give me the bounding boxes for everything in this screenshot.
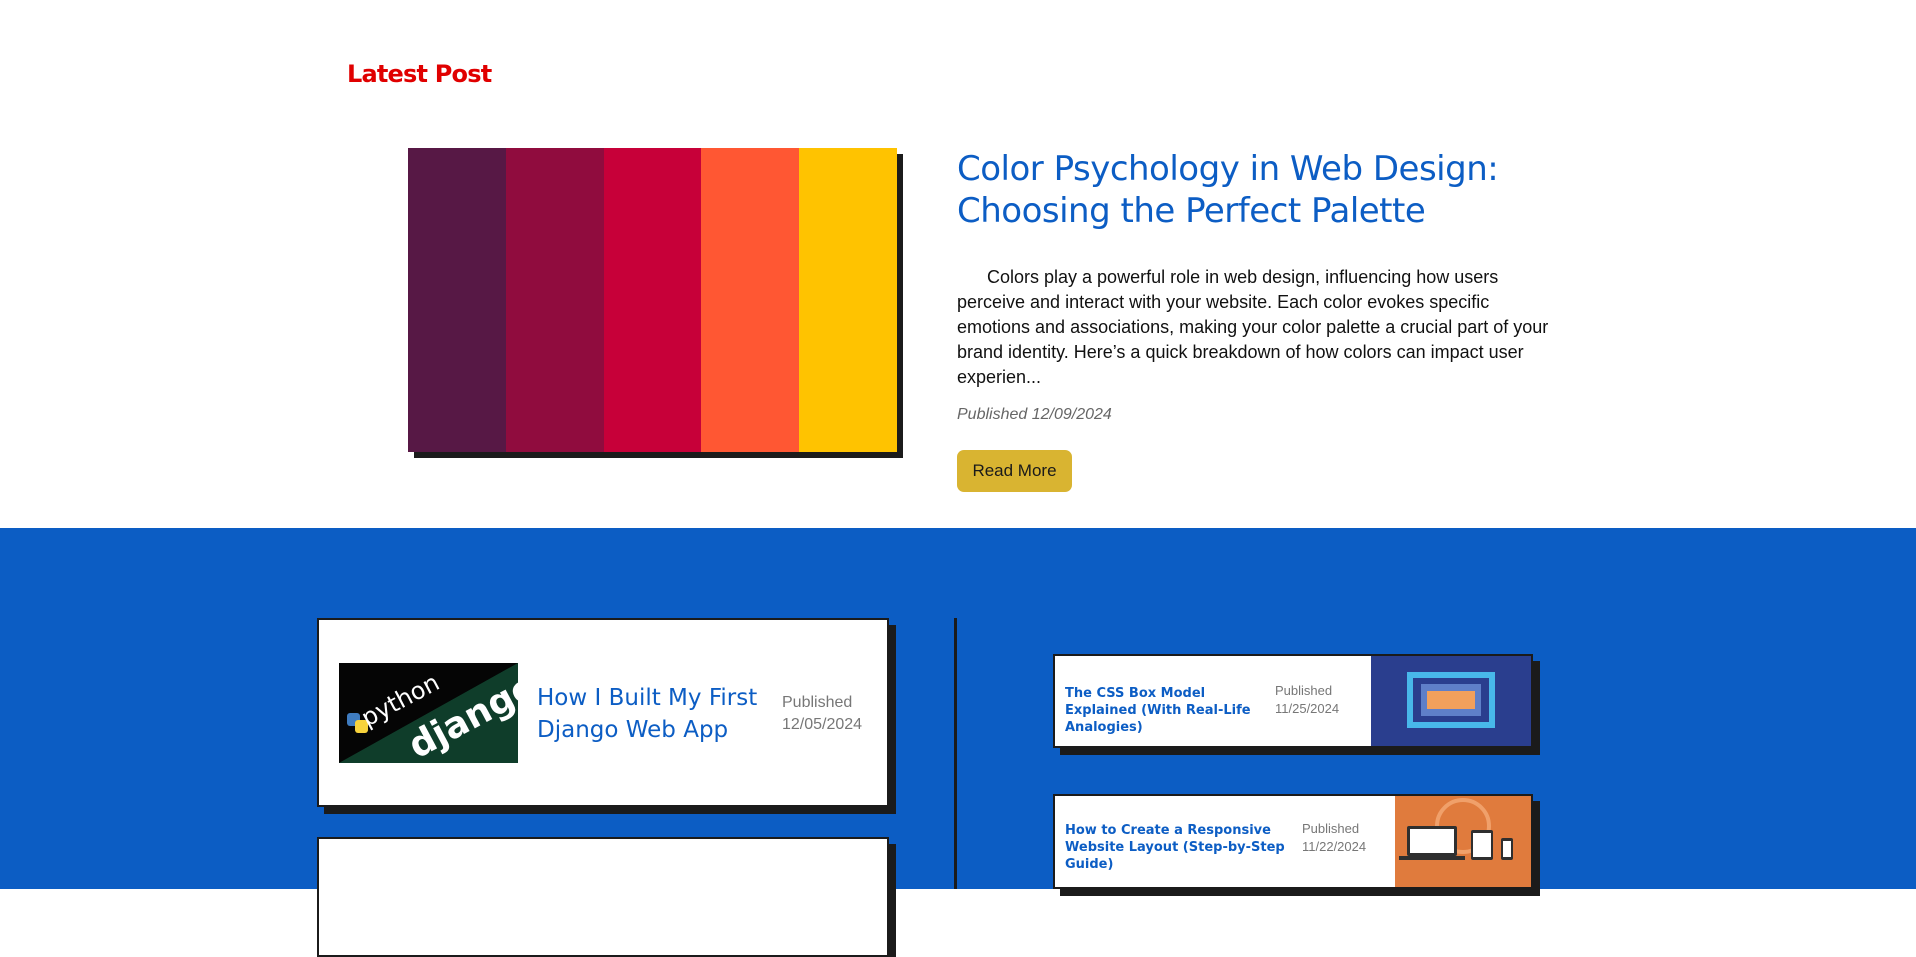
published-label: Published bbox=[782, 694, 853, 711]
side-post-date: 11/25/2024 bbox=[1275, 701, 1340, 716]
palette-stripe bbox=[701, 148, 800, 452]
post-meta: Published 12/05/2024 bbox=[782, 692, 862, 736]
box-model-thumbnail bbox=[1371, 656, 1531, 746]
side-post-meta: Published 11/25/2024 bbox=[1275, 682, 1339, 718]
featured-post-excerpt: Colors play a powerful role in web desig… bbox=[957, 267, 1549, 387]
featured-post-image[interactable] bbox=[408, 148, 897, 452]
box-model-diagram-icon bbox=[1371, 656, 1531, 746]
post-card[interactable]: python django How I Built My First Djang… bbox=[317, 618, 889, 807]
published-label: Published bbox=[1302, 821, 1360, 836]
published-label: Published bbox=[1275, 683, 1333, 698]
read-more-button[interactable]: Read More bbox=[957, 450, 1072, 492]
latest-post-section: Latest Post Color Psychology in Web Desi… bbox=[0, 0, 1916, 528]
responsive-devices-icon bbox=[1395, 796, 1531, 887]
palette-stripe bbox=[408, 148, 506, 452]
side-post-card[interactable]: How to Create a Responsive Website Layou… bbox=[1053, 794, 1533, 889]
side-post-title[interactable]: How to Create a Responsive Website Layou… bbox=[1065, 822, 1295, 873]
side-post-meta: Published 11/22/2024 bbox=[1302, 820, 1366, 856]
featured-post-title[interactable]: Color Psychology in Web Design: Choosing… bbox=[957, 148, 1517, 232]
side-post-card[interactable]: The CSS Box Model Explained (With Real-L… bbox=[1053, 654, 1533, 748]
palette-stripe bbox=[505, 148, 604, 452]
featured-post-date: Published 12/09/2024 bbox=[957, 406, 1112, 423]
side-post-date: 11/22/2024 bbox=[1302, 839, 1367, 854]
responsive-layout-thumbnail bbox=[1395, 796, 1531, 887]
posts-section bbox=[0, 528, 1916, 889]
post-title[interactable]: How I Built My First Django Web App bbox=[537, 682, 777, 746]
section-heading: Latest Post bbox=[347, 60, 492, 88]
palette-stripe bbox=[603, 148, 702, 452]
side-post-title[interactable]: The CSS Box Model Explained (With Real-L… bbox=[1065, 685, 1265, 736]
palette-stripe bbox=[799, 148, 897, 452]
python-django-logo-icon: python django bbox=[339, 663, 518, 763]
column-divider bbox=[954, 618, 957, 889]
post-date: 12/05/2024 bbox=[782, 716, 863, 733]
django-thumbnail: python django bbox=[339, 663, 518, 763]
post-card[interactable] bbox=[317, 837, 889, 957]
